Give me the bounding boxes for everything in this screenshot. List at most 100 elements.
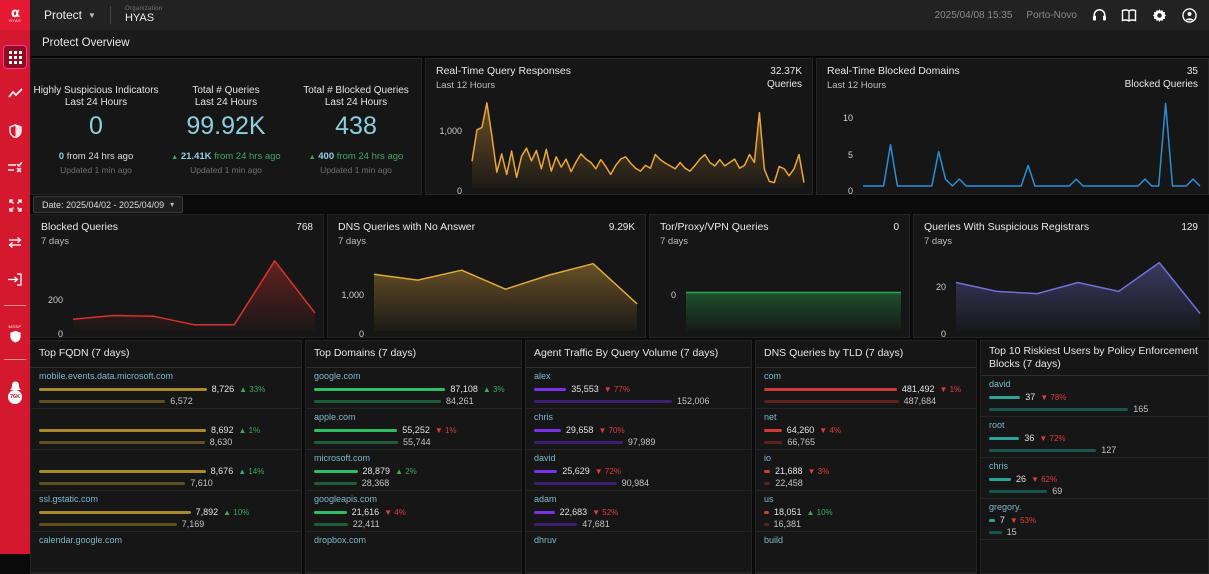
- previous-value-bar: [39, 400, 165, 403]
- y-axis-ticks: 0200: [31, 250, 71, 338]
- row-label[interactable]: com: [764, 371, 968, 383]
- table-row: dropbox.com: [306, 532, 521, 573]
- organization-label: Organization: [125, 6, 163, 13]
- sidebar-item-protect[interactable]: [3, 119, 27, 143]
- row-label[interactable]: calendar.google.com: [39, 535, 293, 547]
- row-label[interactable]: us: [764, 494, 968, 506]
- row-label[interactable]: gregory.: [989, 502, 1200, 514]
- current-value: 7: [1000, 515, 1005, 525]
- sidebar-item-trends[interactable]: [3, 82, 27, 106]
- row-label[interactable]: root: [989, 420, 1200, 432]
- previous-value: 8,630: [210, 437, 233, 447]
- table-row: david25,629▼ 72%90,984: [526, 450, 751, 491]
- agent-traffic-panel: Agent Traffic By Query Volume (7 days) a…: [525, 340, 752, 574]
- current-value: 25,629: [562, 466, 590, 476]
- current-value: 22,683: [560, 507, 588, 517]
- previous-value-bar: [314, 482, 357, 485]
- riskiest-users-panel: Top 10 Riskiest Users by Policy Enforcem…: [980, 340, 1209, 574]
- previous-value: 69: [1052, 486, 1062, 496]
- value-bar: [314, 470, 358, 473]
- top-fqdn-list: mobile.events.data.microsoft.com8,726▲ 3…: [31, 368, 301, 573]
- previous-value-bar: [989, 531, 1002, 534]
- row-label[interactable]: david: [534, 453, 743, 465]
- down-delta-badge: ▼ 52%: [592, 508, 618, 517]
- row-label[interactable]: build: [764, 535, 968, 547]
- previous-value-bar: [314, 400, 441, 403]
- tor-proxy-vpn-7d-panel: Tor/Proxy/VPN Queries7 days 0 0: [649, 214, 910, 338]
- stat-blocked-queries: Total # Blocked QueriesLast 24 Hours 438…: [291, 59, 421, 194]
- y-tick-label: 1,000: [439, 126, 462, 136]
- settings-gear-icon[interactable]: [1151, 7, 1167, 23]
- row-label[interactable]: ssl.gstatic.com: [39, 494, 293, 506]
- table-row: com481,492▼ 1%487,684: [756, 368, 976, 409]
- row-label[interactable]: microsoft.com: [314, 453, 513, 465]
- previous-value: 165: [1133, 404, 1148, 414]
- previous-value-bar: [534, 441, 623, 444]
- dns-no-answer-7d-chart: [372, 250, 639, 338]
- row-label[interactable]: alex: [534, 371, 743, 383]
- row-label[interactable]: david: [989, 379, 1200, 391]
- value-bar: [534, 429, 561, 432]
- blocked-queries-7d-panel: Blocked Queries7 days 768 0200: [30, 214, 324, 338]
- sidebar-item-policies[interactable]: [3, 156, 27, 180]
- chart-total: 9.29K: [609, 222, 635, 233]
- row-label[interactable]: dhruv: [534, 535, 743, 547]
- table-row: alex35,553▼ 77%152,006: [526, 368, 751, 409]
- chevron-down-icon: ▾: [170, 200, 174, 209]
- previous-value-bar: [314, 441, 398, 444]
- sidebar-item-alerts[interactable]: 76K: [3, 375, 27, 409]
- stat-subtitle: Last 24 Hours: [65, 97, 127, 108]
- docs-book-icon[interactable]: [1121, 7, 1137, 23]
- chart-title: DNS Queries with No Answer: [338, 221, 475, 233]
- table-title: Top Domains (7 days): [306, 341, 521, 368]
- user-profile-icon[interactable]: [1181, 7, 1197, 23]
- value-bar: [314, 429, 397, 432]
- current-value: 26: [1016, 474, 1026, 484]
- page-title: Protect Overview: [42, 37, 130, 49]
- previous-value: 15: [1007, 527, 1017, 537]
- row-label[interactable]: chris: [989, 461, 1200, 473]
- row-label[interactable]: chris: [534, 412, 743, 424]
- support-headset-icon[interactable]: [1091, 7, 1107, 23]
- previous-value: 90,984: [622, 478, 650, 488]
- hyas-logo[interactable]: ⍺ HYAS: [0, 0, 30, 30]
- row-label[interactable]: net: [764, 412, 968, 424]
- app-name: Protect: [44, 8, 82, 22]
- sidebar-item-apps[interactable]: [3, 45, 27, 69]
- previous-value: 22,411: [353, 519, 380, 529]
- row-label[interactable]: [39, 412, 293, 424]
- sidebar-item-transfer[interactable]: [3, 230, 27, 254]
- previous-value-bar: [534, 482, 617, 485]
- row-label[interactable]: googleapis.com: [314, 494, 513, 506]
- row-label[interactable]: google.com: [314, 371, 513, 383]
- value-bar: [534, 470, 557, 473]
- stat-delta: ▲ 21.41K from 24 hrs ago: [171, 151, 280, 162]
- row-label[interactable]: [39, 453, 293, 465]
- up-delta-badge: ▲ 1%: [239, 426, 261, 435]
- sidebar-item-expand[interactable]: [3, 193, 27, 217]
- y-tick-label: 0: [848, 186, 853, 195]
- sidebar-item-ingest[interactable]: [3, 267, 27, 291]
- row-label[interactable]: io: [764, 453, 968, 465]
- chart-subtitle: 7 days: [338, 236, 366, 247]
- down-delta-badge: ▼ 4%: [819, 426, 841, 435]
- tor-proxy-vpn-7d-chart: [684, 250, 903, 338]
- dns-no-answer-7d-panel: DNS Queries with No Answer 7 days 9.29K 0…: [327, 214, 646, 338]
- y-tick-label: 200: [48, 295, 63, 305]
- y-tick-label: 0: [457, 186, 462, 195]
- value-bar: [534, 388, 566, 391]
- chart-title: Real-Time Query Responses: [436, 65, 571, 77]
- date-range-filter[interactable]: Date: 2025/04/02 - 2025/04/09 ▾: [33, 196, 183, 213]
- row-label[interactable]: dropbox.com: [314, 535, 513, 547]
- current-value: 55,252: [402, 425, 430, 435]
- row-label[interactable]: mobile.events.data.microsoft.com: [39, 371, 293, 383]
- app-switcher[interactable]: Protect ▼: [30, 0, 110, 30]
- riskiest-users-list: david37▼ 78%165root36▼ 72%127chris26▼ 62…: [981, 376, 1208, 573]
- stat-updated: Updated 1 min ago: [60, 165, 132, 175]
- y-axis-ticks: 01,000: [328, 250, 372, 338]
- sidebar-item-mssp[interactable]: MSSP: [3, 321, 27, 345]
- chart-total: 32.37K: [770, 66, 802, 77]
- previous-value: 7,610: [190, 478, 213, 488]
- row-label[interactable]: adam: [534, 494, 743, 506]
- row-label[interactable]: apple.com: [314, 412, 513, 424]
